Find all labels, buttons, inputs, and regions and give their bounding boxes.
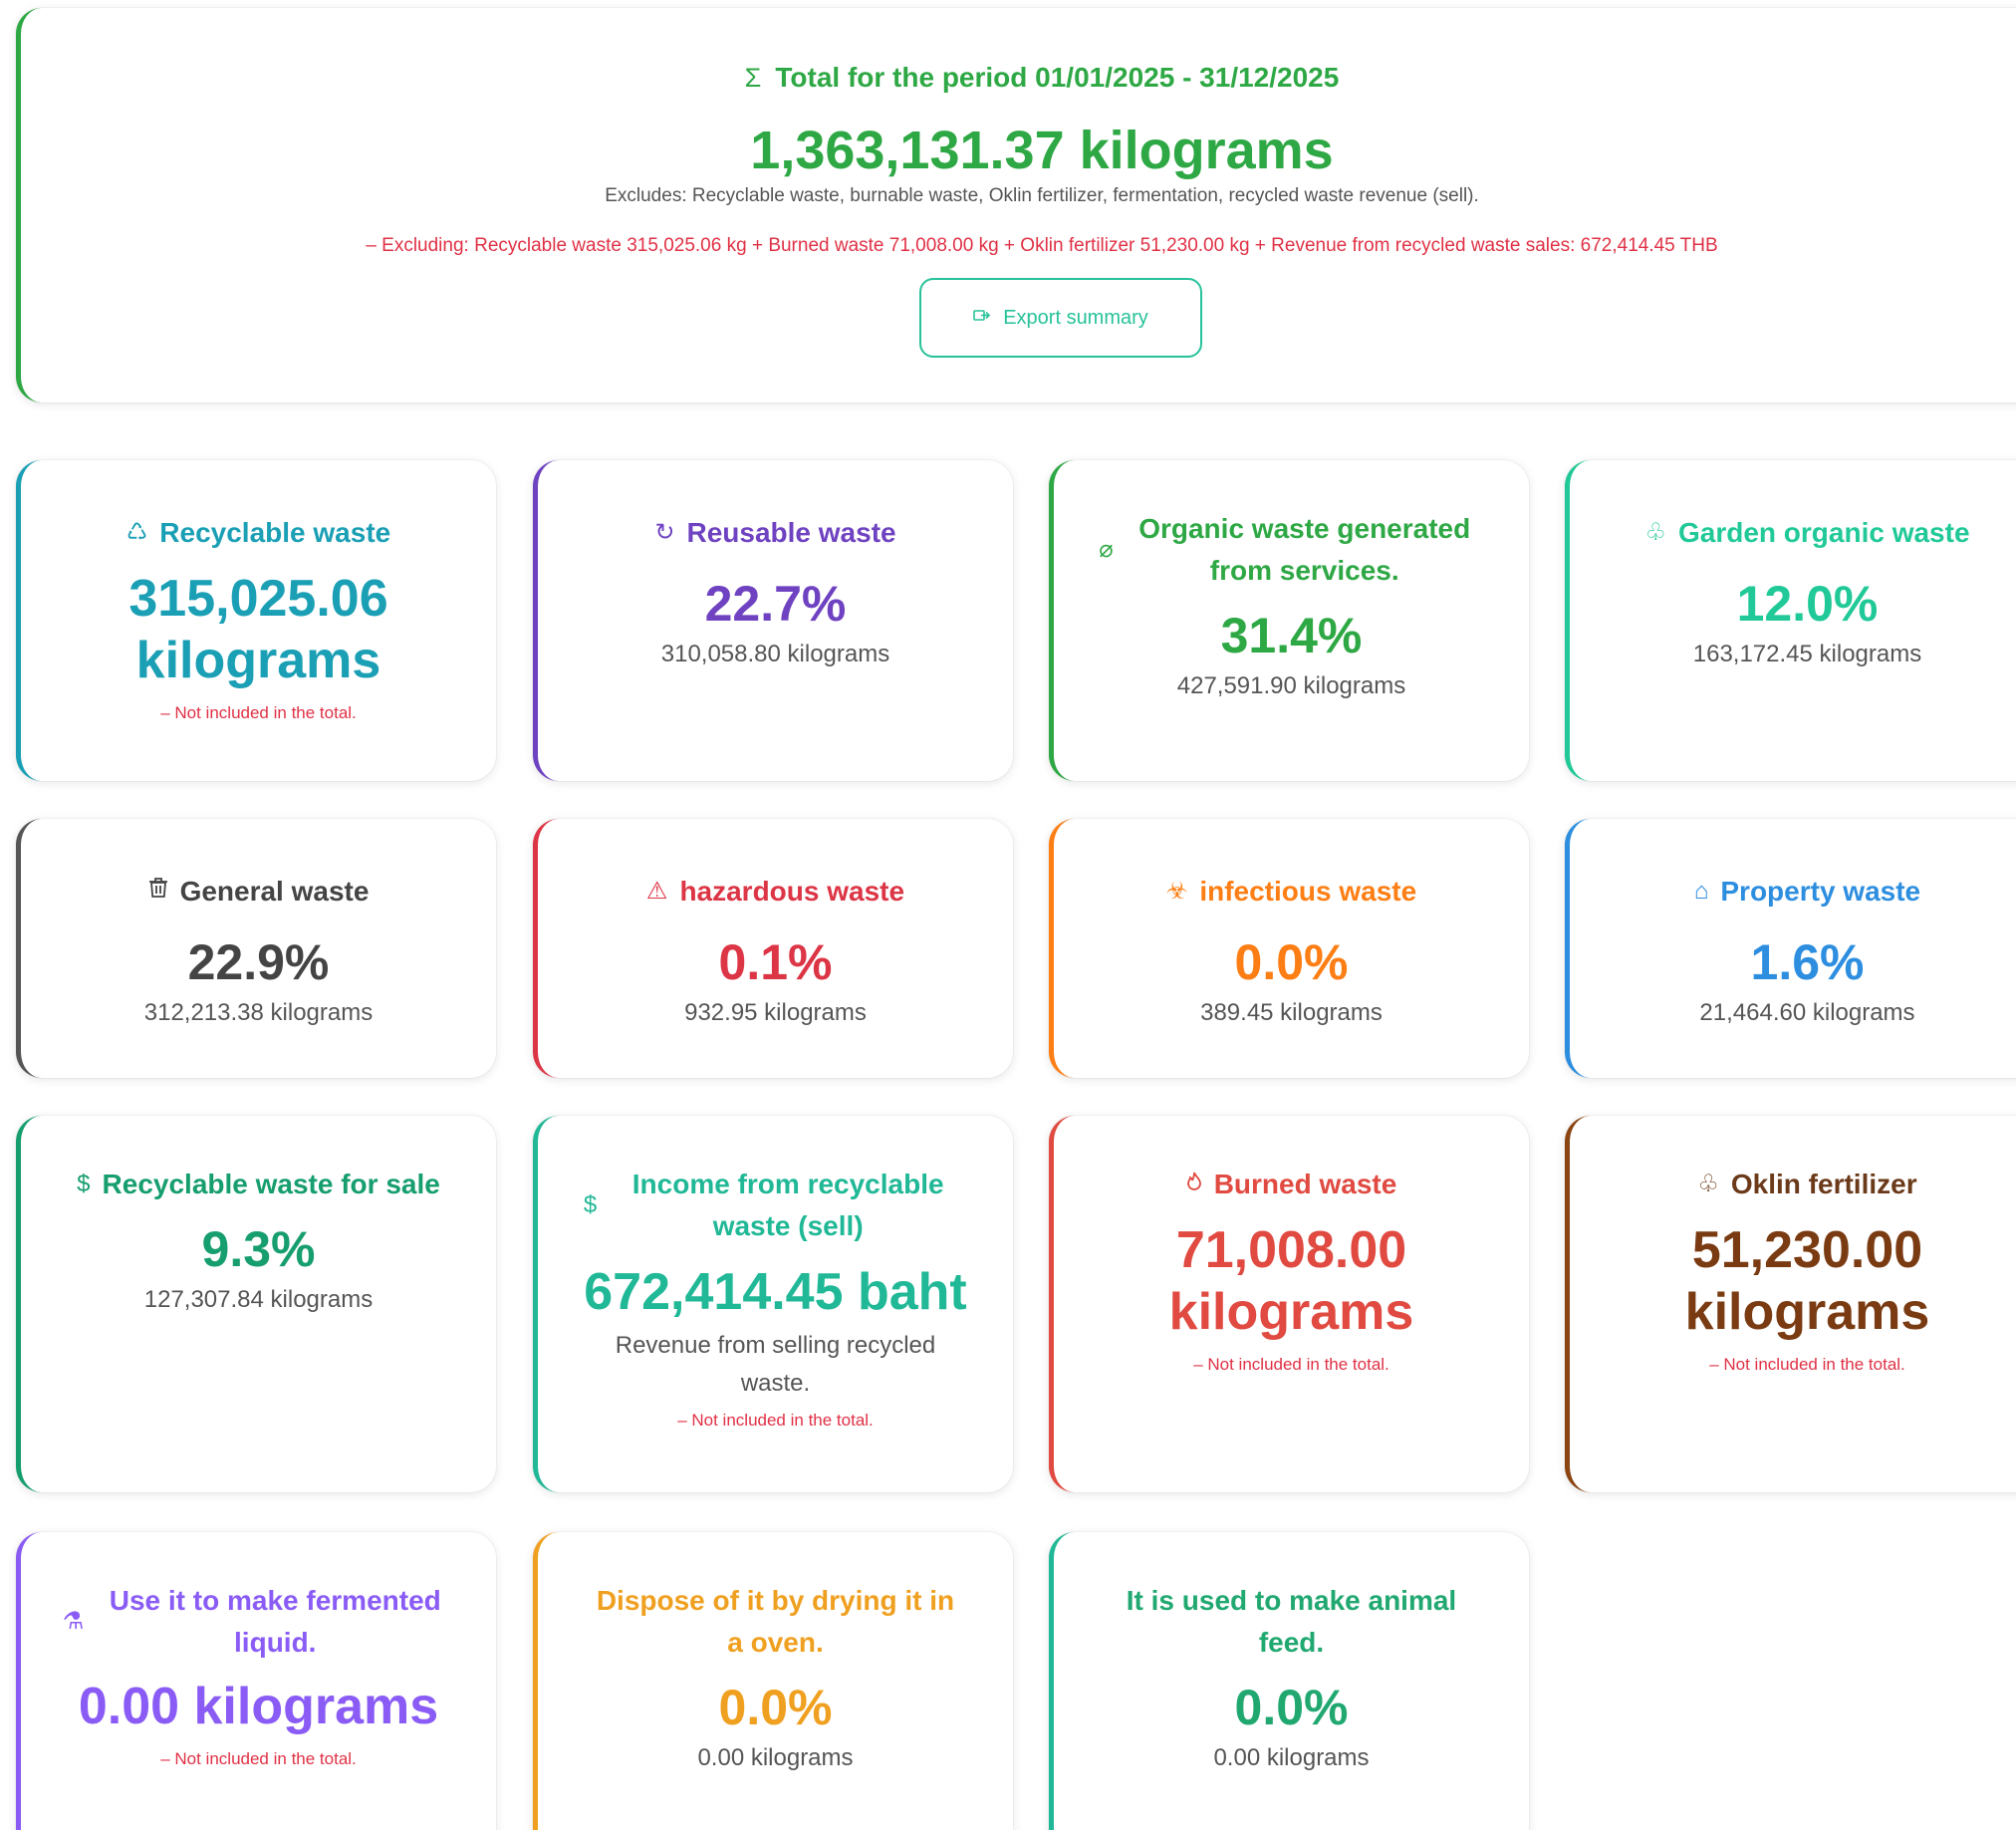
card-infectious-waste: ☣ infectious waste 0.0% 389.45 kilograms (1049, 819, 1529, 1078)
period-total-panel: Σ Total for the period 01/01/2025 - 31/1… (16, 8, 2016, 402)
card-kg: 427,591.90 kilograms (1176, 672, 1406, 699)
card-recyclable-for-sale: $ Recyclable waste for sale 9.3% 127,307… (16, 1116, 496, 1492)
card-title: It is used to make animal feed. (1126, 1585, 1457, 1658)
sigma-icon: Σ (744, 62, 762, 93)
export-summary-button[interactable]: Export summary (919, 278, 1202, 358)
card-percent: 22.9% (187, 934, 330, 990)
card-property-waste: ⌂ Property waste 1.6% 21,464.60 kilogram… (1565, 819, 2016, 1078)
card-title: Burned waste (1213, 1169, 1397, 1199)
leaf-icon: ⌀ (1099, 536, 1114, 563)
card-title: Recyclable waste for sale (102, 1169, 440, 1199)
card-percent: 1.6% (1750, 934, 1865, 990)
sprout-icon: ♧ (1697, 1171, 1719, 1197)
flame-icon (1186, 1164, 1202, 1205)
card-value: 51,230.00 (1691, 1221, 1923, 1279)
excludes-note: Excludes: Recyclable waste, burnable was… (605, 185, 1479, 206)
not-included-note: – Not included in the total. (677, 1411, 874, 1430)
card-value: 0.00 kilograms (78, 1678, 439, 1735)
card-value: 672,414.45 baht (584, 1263, 967, 1321)
card-value-unit: kilograms (1168, 1283, 1414, 1341)
card-oven-drying: Dispose of it by drying it in a oven. 0.… (533, 1532, 1013, 1830)
card-value-unit: kilograms (1684, 1283, 1930, 1341)
card-value: 315,025.06 (128, 570, 388, 628)
flask-icon: ⚗ (62, 1608, 85, 1635)
card-income-recyclable: $ Income from recyclable waste (sell) 67… (533, 1116, 1013, 1492)
card-animal-feed: It is used to make animal feed. 0.0% 0.0… (1049, 1532, 1529, 1830)
card-percent: 0.0% (1234, 1680, 1349, 1735)
not-included-note: – Not included in the total. (160, 703, 357, 722)
card-kg: 310,058.80 kilograms (660, 641, 890, 667)
card-percent: 9.3% (201, 1221, 316, 1277)
period-title: Σ Total for the period 01/01/2025 - 31/1… (21, 62, 2016, 94)
card-recyclable-waste: ♺ Recyclable waste 315,025.06 kilograms … (16, 460, 496, 781)
house-icon: ⌂ (1693, 878, 1709, 905)
card-kg: 932.95 kilograms (684, 999, 867, 1026)
card-title: Reusable waste (686, 517, 896, 548)
card-title: Income from recyclable waste (sell) (631, 1169, 944, 1241)
card-hazardous-waste: ⚠ hazardous waste 0.1% 932.95 kilograms (533, 819, 1013, 1078)
card-title: Use it to make fermented liquid. (109, 1585, 441, 1658)
card-value-unit: kilograms (135, 632, 381, 689)
card-title: hazardous waste (679, 876, 905, 907)
card-kg: 312,213.38 kilograms (143, 999, 374, 1026)
card-kg: 389.45 kilograms (1200, 999, 1383, 1026)
not-included-note: – Not included in the total. (1709, 1355, 1905, 1374)
card-title: Property waste (1720, 876, 1921, 907)
card-percent: 0.0% (718, 1680, 833, 1735)
card-description: Revenue from selling recycled waste. (615, 1332, 936, 1397)
sprout-icon: ♧ (1644, 519, 1666, 546)
card-general-waste: General waste 22.9% 312,213.38 kilograms (16, 819, 496, 1078)
card-title: Dispose of it by drying it in a oven. (596, 1585, 955, 1658)
not-included-note: – Not included in the total. (160, 1749, 357, 1768)
card-reusable-waste: ↻ Reusable waste 22.7% 310,058.80 kilogr… (533, 460, 1013, 781)
card-percent: 0.0% (1234, 934, 1349, 990)
card-kg: 0.00 kilograms (697, 1744, 854, 1771)
period-title-text: Total for the period 01/01/2025 - 31/12/… (775, 62, 1340, 93)
card-kg: 163,172.45 kilograms (1692, 641, 1922, 667)
biohazard-icon: ☣ (1165, 878, 1188, 905)
card-percent: 22.7% (704, 576, 847, 632)
card-organic-services: ⌀ Organic waste generated from services.… (1049, 460, 1529, 781)
waste-summary-page: Σ Total for the period 01/01/2025 - 31/1… (0, 0, 2016, 1830)
card-percent: 0.1% (718, 934, 833, 990)
card-garden-organic: ♧ Garden organic waste 12.0% 163,172.45 … (1565, 460, 2016, 781)
card-percent: 31.4% (1220, 608, 1363, 663)
export-icon (973, 309, 991, 328)
card-value: 71,008.00 (1175, 1221, 1407, 1279)
card-fermented-liquid: ⚗ Use it to make fermented liquid. 0.00 … (16, 1532, 496, 1830)
card-kg: 21,464.60 kilograms (1699, 999, 1915, 1026)
period-total-value: 1,363,131.37 kilograms (750, 121, 1334, 180)
card-title: Recyclable waste (159, 517, 391, 548)
refresh-icon: ↻ (654, 519, 675, 546)
not-included-note: – Not included in the total. (1193, 1355, 1389, 1374)
excluding-detail: – Excluding: Recyclable waste 315,025.06… (366, 235, 1718, 256)
card-title: Garden organic waste (1677, 517, 1970, 548)
card-kg: 0.00 kilograms (1213, 1744, 1370, 1771)
dollar-icon: $ (583, 1191, 598, 1218)
card-title: infectious waste (1199, 876, 1417, 907)
export-summary-label: Export summary (1003, 306, 1148, 329)
card-percent: 12.0% (1736, 576, 1879, 632)
card-kg: 127,307.84 kilograms (143, 1286, 374, 1313)
card-burned-waste: Burned waste 71,008.00 kilograms – Not i… (1049, 1116, 1529, 1492)
trash-icon (148, 871, 168, 913)
card-title: Oklin fertilizer (1730, 1169, 1917, 1199)
card-oklin-fertilizer: ♧ Oklin fertilizer 51,230.00 kilograms –… (1565, 1116, 2016, 1492)
card-title: Organic waste generated from services. (1138, 513, 1471, 586)
recycle-icon: ♺ (126, 519, 148, 546)
card-title: General waste (179, 876, 370, 907)
warning-icon: ⚠ (645, 878, 668, 905)
dollar-icon: $ (77, 1171, 91, 1197)
